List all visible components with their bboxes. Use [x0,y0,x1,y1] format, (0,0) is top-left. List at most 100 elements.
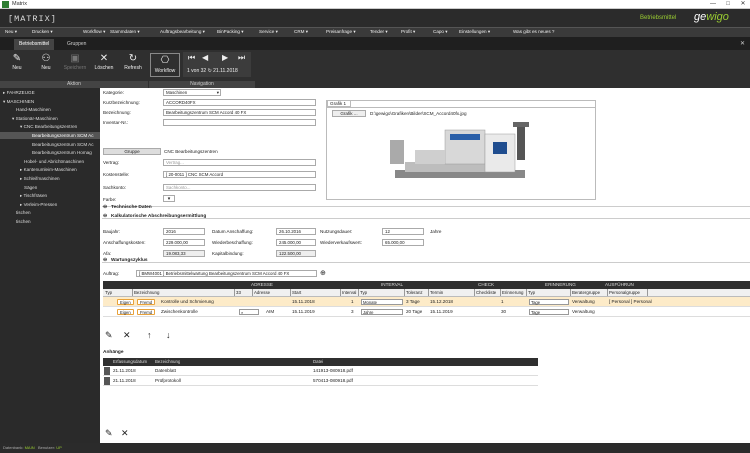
window-titlebar: Matrix — □ ✕ [0,0,750,9]
menu-stammdaten[interactable]: Stammdaten ▾ [110,29,140,35]
vertrag-input[interactable]: Vertrag... [163,159,316,166]
new-button[interactable]: ✎ Neu [3,53,31,71]
inv-input[interactable] [163,119,316,126]
tree-item[interactable]: tischen [0,218,100,225]
gruppe-button[interactable]: Gruppe [103,148,161,155]
edit-attachment-icon[interactable]: ✎ [105,428,113,439]
menu-neu[interactable]: Neu ▾ [5,29,17,35]
search-icon[interactable]: ⌕ [239,309,259,315]
kurz-input[interactable]: ACCORD40FX [163,99,316,106]
delete-button[interactable]: ✕ Löschen [90,53,118,71]
eigen-pill[interactable]: Eigen [117,299,134,305]
interval-type-select[interactable]: Monate [361,299,403,305]
menu-auftragsbearbeitung[interactable]: Auftragsbearbeitung ▾ [160,29,205,35]
tree-item[interactable]: ▸ Tischfräsen [0,192,100,199]
bez-input[interactable]: Bearbeitungszentrum SCM Accord 40 FX [163,109,316,116]
tech-toggle-icon[interactable]: ⊖ [103,205,107,210]
kategorie-label: Kategorie: [103,90,124,95]
kalk-toggle-icon[interactable]: ⊖ [103,214,107,219]
close-window-button[interactable]: ✕ [736,0,750,9]
tree-item[interactable]: Hand-Maschinen [0,106,100,113]
tree-item[interactable]: Bearbeitungszentrum Homag [0,149,100,156]
reminder-type-select[interactable]: Tage [529,309,569,315]
first-record-icon[interactable]: ⏮ [188,53,195,63]
attachment-name: Prüfprotokoll [155,378,181,383]
kst-input[interactable]: [ 20-0011 ] CNC SCM Accord [163,171,316,178]
refresh-button[interactable]: ↻ Refresh [119,53,147,71]
fremd-pill[interactable]: Fremd [137,299,156,305]
list-item[interactable]: 21.11.2018 Datenblatt 141913-080918.pdf [103,366,538,376]
arrow-down-icon[interactable]: ↓ [166,330,171,340]
save-button[interactable]: ▣ Speichern [61,53,89,71]
kategorie-select[interactable]: Maschinen ▾ [163,89,221,96]
nutz-input[interactable]: 12 [382,228,424,235]
workflow-button[interactable]: ⎔ Workflow [150,53,180,77]
datum-label: Datum Anschaffung: [212,229,254,234]
table-row[interactable]: Eigen Fremd Zwischenkontrolle AIM 15.11.2019… [103,307,750,317]
add-circle-icon[interactable]: ⊕ [320,269,326,277]
wartung-toggle-icon[interactable]: ⊖ [103,258,107,263]
datum-input[interactable]: 26.10.2016 [276,228,316,235]
delete-icon[interactable]: ✕ [123,330,131,341]
delete-icon: ✕ [99,53,109,64]
bezeichnung-cell: Kontrolle und Schmierung [161,299,214,304]
akost-input[interactable]: 229.000,00 [163,239,205,246]
list-item[interactable]: 21.11.2018 Prüfprotokoll 570413-080918.pdf [103,376,538,386]
minimize-button[interactable]: — [706,0,720,9]
menu-binpacking[interactable]: BinPacking ▾ [217,29,244,35]
tree-item[interactable]: ▸ Schleifmaschinen [0,175,100,182]
tree-item[interactable]: ▸ Kantenumleim-Maschinen [0,166,100,173]
edit-icon[interactable]: ✎ [105,330,113,341]
menu-profit[interactable]: Profit ▾ [401,29,415,35]
tab-betriebsmittel[interactable]: Betriebsmittel [14,39,55,50]
arrow-up-icon[interactable]: ↑ [147,330,152,340]
menu-drucken[interactable]: Drucken ▾ [32,29,53,35]
tree-item[interactable]: Bearbeitungszentrum SCM Ac [0,141,100,148]
divider [102,206,750,207]
tree-item[interactable]: Hobel- und Abrichtmaschinen [0,158,100,165]
next-record-icon[interactable]: ▶ [222,53,228,62]
table-row[interactable]: Eigen Fremd Kontrolle und Schmierung 15.11.… [103,297,750,307]
menu-whats-new[interactable]: Was gibt es neues ? [513,29,554,34]
interval-type-select[interactable]: Jahre [361,309,403,315]
color-picker[interactable]: ▾ [163,195,175,202]
auftrag-input[interactable]: [ BMW4001 ] Betriebsmittelwartung Bearbe… [136,270,317,277]
grafik-browse-button[interactable]: Grafik ... [332,110,366,117]
new-hierarchy-button[interactable]: ⚇ Neu [32,53,60,71]
tab-grafik-1[interactable]: Grafik 1 [327,100,351,107]
jahre-unit: Jahre [430,229,442,234]
wbes-input[interactable]: 245.000,00 [276,239,316,246]
menu-tender[interactable]: Tender ▾ [370,29,388,35]
baujahr-input[interactable]: 2016 [163,228,205,235]
reminder-type-select[interactable]: Tage [529,299,569,305]
maximize-button[interactable]: □ [721,0,735,9]
baujahr-label: Baujahr: [103,229,121,234]
prev-record-icon[interactable]: ◀ [202,53,208,62]
wkauf-input[interactable]: 65.000,00 [382,239,424,246]
sach-input[interactable]: Sachkonto... [163,184,316,191]
eigen-pill[interactable]: Eigen [117,309,134,315]
menu-service[interactable]: Service ▾ [259,29,278,35]
gruppe-value: CNC Bearbeitungszentren [164,149,218,154]
tree-item[interactable]: Bearbeitungszentrum SCM Ac [0,132,100,139]
close-tab-icon[interactable]: ✕ [740,40,745,47]
delete-attachment-icon[interactable]: ✕ [121,428,129,439]
save-icon: ▣ [70,53,80,64]
menu-workflow[interactable]: Workflow ▾ [83,29,105,35]
tree-item[interactable]: ▾ CNC Bearbeitungszentren [0,123,100,130]
last-record-icon[interactable]: ⏭ [238,53,245,63]
tab-gruppen[interactable]: Gruppen [62,39,91,50]
fremd-pill[interactable]: Fremd [137,309,156,315]
tree-item[interactable]: ▸ Verleim-Pressen [0,201,100,208]
tree-item[interactable]: tischen [0,209,100,216]
menu-preisanfrage[interactable]: Preisanfrage ▾ [326,29,356,35]
menu-crm[interactable]: CRM ▾ [294,29,308,35]
tree-item[interactable]: Sägen [0,184,100,191]
menu-einstellungen[interactable]: Einstellungen ▾ [459,29,490,35]
menu-capo[interactable]: Capo ▾ [433,29,448,35]
tree-item[interactable]: ▾ Stationär-Maschinen [0,115,100,122]
nutz-label: Nutzungsdauer: [320,229,353,234]
status-user-value: UP [56,445,62,450]
tree-item[interactable]: ▾ MASCHINEN [0,98,100,105]
tree-item[interactable]: ▸ FAHRZEUGE [0,89,100,96]
